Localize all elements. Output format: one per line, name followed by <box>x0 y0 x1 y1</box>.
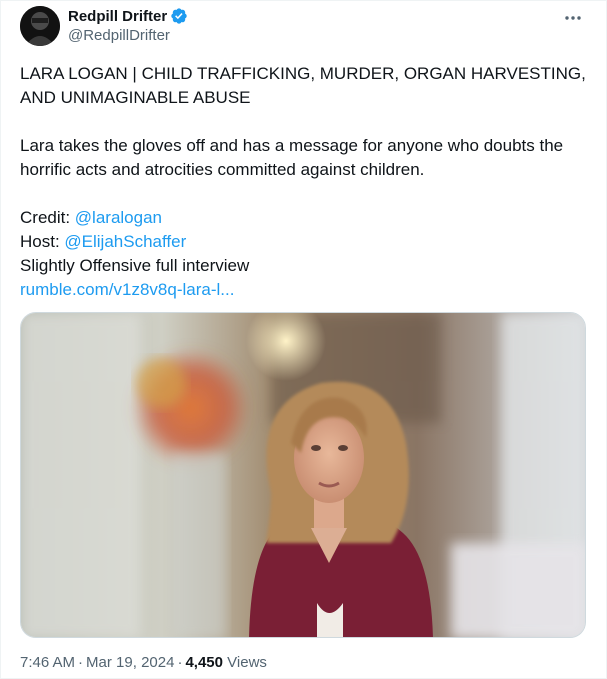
views-count[interactable]: 4,450 <box>185 654 223 671</box>
author-names: Redpill Drifter @RedpillDrifter <box>68 6 188 46</box>
verified-badge-icon[interactable] <box>170 7 188 25</box>
tweet-date[interactable]: Mar 19, 2024 <box>86 654 174 671</box>
tweet-card: Redpill Drifter @RedpillDrifter LARA LOG… <box>0 0 607 679</box>
host-label: Host: <box>20 232 65 251</box>
credit-label: Credit: <box>20 208 75 227</box>
meta-separator: · <box>78 654 84 671</box>
views-label: Views <box>227 654 267 671</box>
tweet-header: Redpill Drifter @RedpillDrifter <box>20 5 188 47</box>
interview-line: Slightly Offensive full interview <box>20 256 250 275</box>
credit-line: Credit: @laralogan <box>20 206 590 230</box>
tweet-meta: 7:46 AM · Mar 19, 2024 · 4,450 Views <box>20 653 267 673</box>
author-display-name[interactable]: Redpill Drifter <box>68 8 167 25</box>
more-horizontal-icon <box>564 8 582 26</box>
avatar[interactable] <box>20 6 60 46</box>
host-mention-link[interactable]: @ElijahSchaffer <box>64 232 186 251</box>
rumble-url-link[interactable]: rumble.com/v1z8v8q-lara-l... <box>20 280 234 299</box>
tweet-body: Lara takes the gloves off and has a mess… <box>20 136 564 179</box>
tweet-text: LARA LOGAN | CHILD TRAFFICKING, MURDER, … <box>20 62 590 302</box>
more-options-button[interactable] <box>562 7 584 27</box>
author-handle[interactable]: @RedpillDrifter <box>68 26 188 46</box>
host-line: Host: @ElijahSchaffer <box>20 230 590 254</box>
tweet-time[interactable]: 7:46 AM <box>20 654 75 671</box>
tweet-title-line: LARA LOGAN | CHILD TRAFFICKING, MURDER, … <box>20 64 586 107</box>
name-row: Redpill Drifter <box>68 6 188 26</box>
meta-separator-2: · <box>177 654 183 671</box>
credit-mention-link[interactable]: @laralogan <box>75 208 162 227</box>
tweet-video-thumbnail[interactable] <box>20 312 586 638</box>
